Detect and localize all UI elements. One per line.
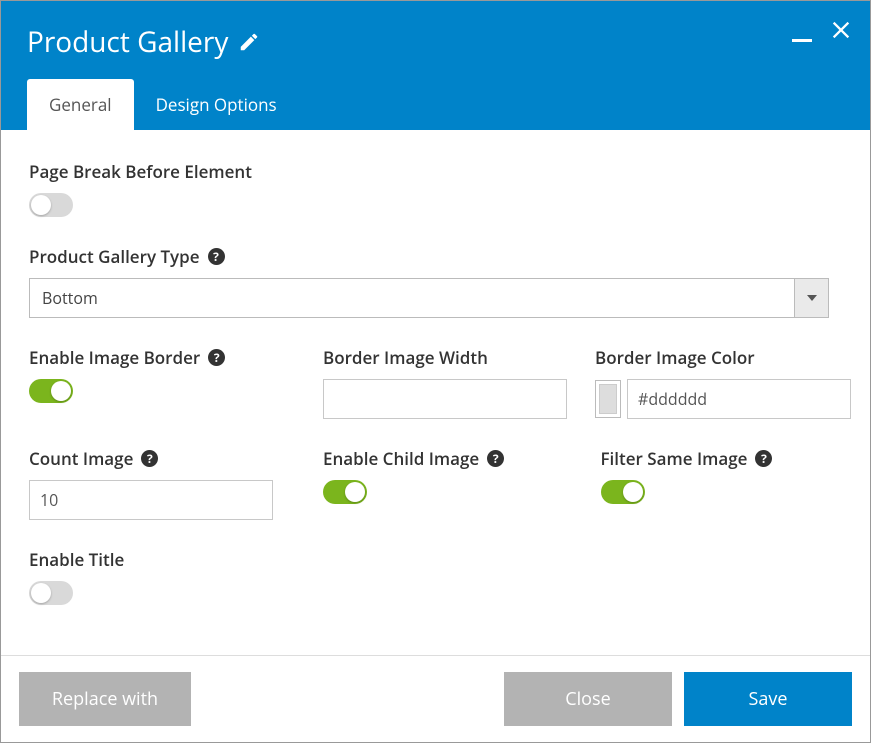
replace-with-button[interactable]: Replace with [19, 672, 191, 726]
color-swatch[interactable] [595, 380, 621, 418]
field-border-width: Border Image Width [323, 346, 567, 419]
tab-general[interactable]: General [27, 79, 134, 130]
field-label: Filter Same Image [601, 447, 748, 470]
field-border-color: Border Image Color [595, 346, 851, 419]
field-gallery-type: Product Gallery Type ? Bottom [29, 245, 850, 318]
dialog-body[interactable]: Page Break Before Element Product Galler… [1, 130, 870, 655]
field-label: Count Image [29, 447, 133, 470]
field-count-image: Count Image ? [29, 447, 285, 520]
field-enable-border: Enable Image Border ? [29, 346, 285, 419]
toggle-enable-title[interactable] [29, 581, 73, 605]
minimize-button[interactable] [792, 39, 812, 42]
dialog-title: Product Gallery [27, 23, 228, 61]
field-label: Product Gallery Type [29, 245, 200, 268]
tab-label: General [49, 93, 112, 116]
help-icon[interactable]: ? [141, 450, 158, 467]
field-page-break: Page Break Before Element [29, 160, 850, 217]
input-border-color[interactable] [627, 379, 851, 419]
input-border-width[interactable] [323, 379, 567, 419]
field-label: Enable Title [29, 548, 124, 571]
toggle-enable-border[interactable] [29, 379, 73, 403]
field-enable-child: Enable Child Image ? [323, 447, 573, 520]
select-value: Bottom [30, 279, 794, 317]
dialog-footer: Replace with Close Save [1, 655, 870, 742]
field-label: Border Image Color [595, 346, 755, 369]
help-icon[interactable]: ? [208, 248, 225, 265]
dialog-header: Product Gallery General Design Options [1, 1, 870, 130]
help-icon[interactable]: ? [755, 450, 772, 467]
field-enable-title: Enable Title [29, 548, 850, 605]
toggle-enable-child[interactable] [323, 480, 367, 504]
button-label: Save [749, 687, 788, 711]
button-label: Replace with [52, 687, 158, 711]
dialog-window: Product Gallery General Design Options P… [0, 0, 871, 743]
field-label: Enable Image Border [29, 346, 200, 369]
pencil-icon[interactable] [238, 31, 260, 53]
close-button[interactable]: Close [504, 672, 672, 726]
tab-bar: General Design Options [21, 79, 850, 130]
help-icon[interactable]: ? [487, 450, 504, 467]
input-count-image[interactable] [29, 480, 273, 520]
help-icon[interactable]: ? [208, 349, 225, 366]
toggle-page-break[interactable] [29, 193, 73, 217]
chevron-down-icon [794, 279, 828, 317]
button-label: Close [565, 687, 610, 711]
toggle-filter-same[interactable] [601, 480, 645, 504]
tab-design-options[interactable]: Design Options [134, 79, 299, 130]
tab-label: Design Options [156, 93, 277, 116]
field-label: Enable Child Image [323, 447, 479, 470]
save-button[interactable]: Save [684, 672, 852, 726]
select-gallery-type[interactable]: Bottom [29, 278, 829, 318]
field-label: Page Break Before Element [29, 160, 252, 183]
field-label: Border Image Width [323, 346, 488, 369]
close-icon[interactable] [830, 19, 852, 46]
field-filter-same: Filter Same Image ? [601, 447, 851, 520]
